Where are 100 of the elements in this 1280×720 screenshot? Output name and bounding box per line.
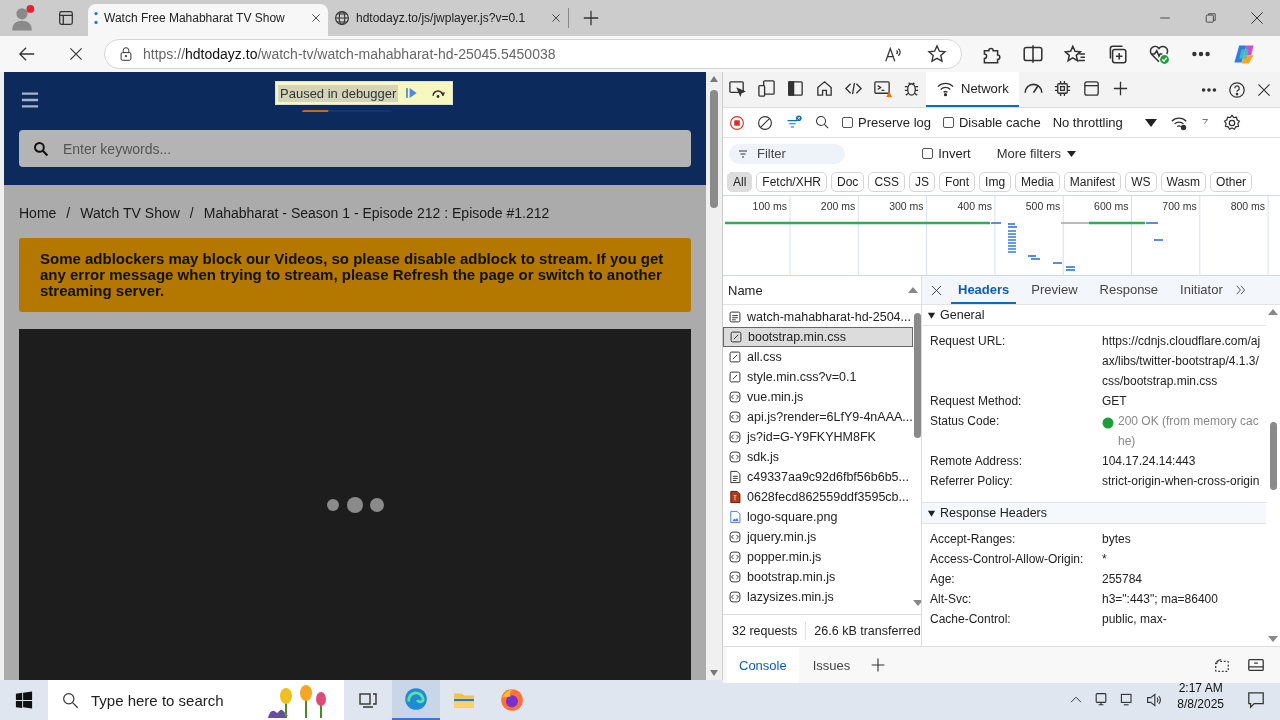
close-icon[interactable]	[1250, 11, 1264, 25]
restore-icon[interactable]	[1205, 12, 1217, 24]
more-filters-dropdown[interactable]: More filters	[996, 146, 1076, 161]
panel-tab[interactable]: Network	[926, 72, 1019, 107]
menu-icon[interactable]	[19, 91, 41, 109]
scrollbar-thumb[interactable]	[914, 313, 921, 438]
type-filter-chip[interactable]: Media	[1015, 172, 1060, 192]
type-filter-chip[interactable]: Font	[939, 172, 976, 192]
taskbar-app[interactable]	[392, 680, 440, 720]
filter-icon[interactable]	[785, 114, 803, 131]
close-icon[interactable]	[1256, 81, 1272, 98]
help-icon[interactable]	[1228, 80, 1246, 99]
windows-start-icon[interactable]	[15, 691, 33, 709]
search-icon[interactable]	[33, 141, 49, 157]
star-icon[interactable]	[927, 44, 947, 64]
close-icon[interactable]	[550, 12, 562, 24]
file-icon	[728, 470, 742, 484]
stop-icon[interactable]	[68, 46, 84, 62]
back-icon[interactable]	[18, 45, 36, 63]
search-field[interactable]: Enter keywords...	[19, 130, 691, 167]
filter-field[interactable]: Filter	[729, 143, 845, 164]
scroll-down-icon[interactable]	[1268, 636, 1278, 642]
type-filter-chip[interactable]: WS	[1125, 172, 1157, 192]
request-row[interactable]: bootstrap.min.css	[723, 327, 913, 347]
type-filter-chip[interactable]: Manifest	[1063, 172, 1122, 192]
section-header[interactable]: Response Headers	[922, 502, 1266, 524]
breadcrumb-link[interactable]: Mahabharat - Season 1 - Episode 212 : Episode #1.212	[203, 205, 550, 221]
request-row[interactable]: lazysizes.min.js	[723, 587, 913, 607]
request-row[interactable]: jquery.min.js	[723, 527, 913, 547]
script-icon	[728, 550, 742, 564]
request-row[interactable]: all.css	[723, 347, 913, 367]
scroll-up-icon[interactable]	[710, 76, 718, 82]
header-value: GET	[1102, 393, 1128, 410]
task-view-icon[interactable]	[358, 690, 378, 710]
type-filter-chip[interactable]: All	[727, 172, 753, 192]
sort-up-icon[interactable]	[908, 287, 918, 293]
scroll-up-icon[interactable]	[1268, 309, 1278, 315]
column-header[interactable]: Name	[728, 282, 763, 298]
tab-actions-icon[interactable]	[57, 9, 75, 27]
request-row[interactable]: watch-mahabharat-hd-2504...	[723, 307, 913, 327]
clock-date[interactable]: 8/8/2025	[1177, 696, 1224, 712]
type-filter-chip[interactable]: Fetch/XHR	[756, 172, 828, 192]
request-row[interactable]: js?id=G-Y9FKYHM8FK	[723, 427, 913, 447]
checkbox[interactable]: Invert	[922, 146, 971, 161]
close-icon[interactable]	[930, 283, 943, 297]
heart-check-icon[interactable]	[1148, 43, 1170, 65]
throttling-dropdown[interactable]: No throttling	[1052, 115, 1157, 130]
settings-icon[interactable]	[1222, 113, 1241, 132]
scroll-down-icon[interactable]	[912, 600, 921, 606]
request-row[interactable]: bootstrap.min.js	[723, 567, 913, 587]
detail-tab[interactable]: Response	[1092, 276, 1166, 304]
address-bar[interactable]: https://hdtodayz.to/watch-tv/watch-mahabharat-hd-25045.5450038	[104, 39, 962, 69]
drawer-tab[interactable]: Console	[727, 647, 799, 683]
taskbar-search-field[interactable]: Type here to search	[48, 680, 344, 720]
image-file-icon	[728, 510, 742, 524]
browser-tab[interactable]: hdtodayz.to/js/jwplayer.js?v=0.1	[328, 4, 568, 36]
type-filter-chip[interactable]: Doc	[831, 172, 865, 192]
type-filter-chip[interactable]: Other	[1210, 172, 1253, 192]
type-filter-chip[interactable]: Wasm	[1160, 172, 1207, 192]
request-row[interactable]: 0628fecd862559ddf3595cb...	[723, 487, 913, 507]
script-icon	[728, 530, 742, 544]
browser-tab[interactable]: Watch Free Mahabharat TV Show	[88, 4, 328, 36]
new-tab-icon[interactable]	[582, 9, 600, 27]
record-icon[interactable]	[729, 114, 745, 131]
close-icon[interactable]	[310, 12, 322, 24]
detail-tab[interactable]: Initiator	[1173, 276, 1230, 304]
script-icon	[728, 410, 742, 424]
detail-tab[interactable]: Preview	[1024, 276, 1085, 304]
scrollbar-thumb[interactable]	[710, 90, 718, 208]
request-row[interactable]: api.js?render=6LfY9-4nAAA...	[723, 407, 913, 427]
request-row[interactable]: style.min.css?v=0.1	[723, 367, 913, 387]
type-filter-chip[interactable]: Img	[979, 172, 1012, 192]
breadcrumb-link[interactable]: Watch TV Show	[80, 205, 180, 221]
request-row[interactable]: vue.min.js	[723, 387, 913, 407]
request-row[interactable]: logo-square.png	[723, 507, 913, 527]
request-row[interactable]: sdk.js	[723, 447, 913, 467]
read-aloud-icon[interactable]	[883, 45, 903, 63]
type-filter-chip[interactable]: JS	[909, 172, 936, 192]
favorites-icon[interactable]	[1064, 43, 1086, 65]
breadcrumb-link[interactable]: Home	[19, 205, 57, 221]
checkbox[interactable]: Disable cache	[943, 115, 1041, 130]
scroll-down-icon[interactable]	[710, 670, 718, 676]
split-screen-icon[interactable]	[1022, 43, 1044, 65]
gauge-icon	[1023, 83, 1043, 94]
checkbox[interactable]: Preserve log	[842, 115, 931, 130]
undock-icon[interactable]	[1212, 656, 1232, 674]
drawer-tab[interactable]: Issues	[800, 647, 863, 683]
add-tab-icon[interactable]	[870, 657, 887, 673]
request-row[interactable]: c49337aa9c92d6fbf56b6b5...	[723, 467, 913, 487]
scrollbar-thumb[interactable]	[1269, 421, 1277, 490]
dock-bottom-icon[interactable]	[1246, 656, 1266, 674]
notification-icon[interactable]	[1247, 691, 1265, 709]
type-filter-chip[interactable]: CSS	[868, 172, 906, 192]
header-value: h3=":443"; ma=86400	[1102, 591, 1219, 608]
clock-time[interactable]: 2:17 AM	[1178, 680, 1223, 696]
search-icon[interactable]	[815, 115, 830, 130]
request-row[interactable]: popper.min.js	[723, 547, 913, 567]
firefox-icon[interactable]	[500, 688, 524, 712]
clear-icon[interactable]	[757, 114, 773, 131]
volume-icon[interactable]	[1145, 692, 1164, 708]
